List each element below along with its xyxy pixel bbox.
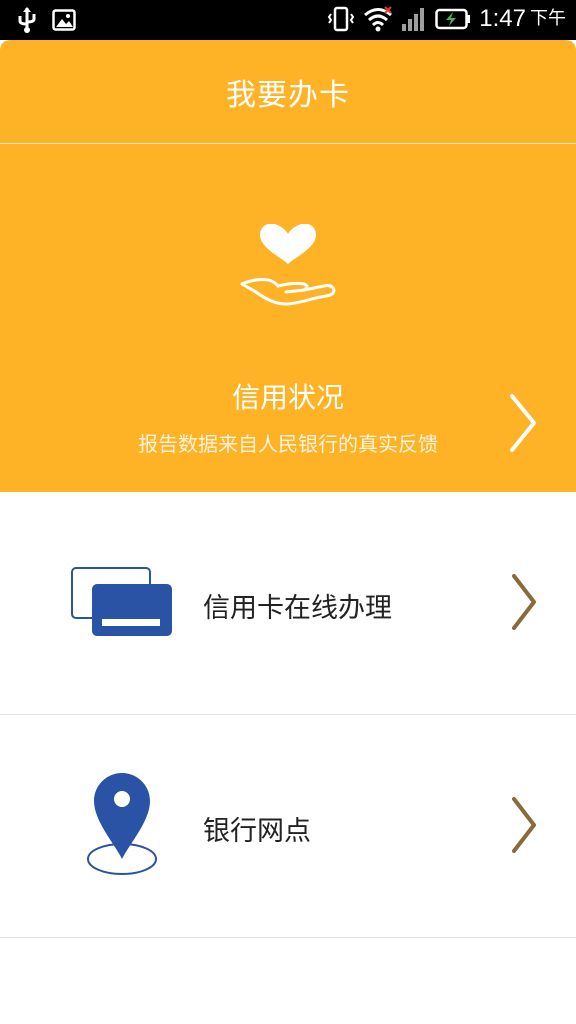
wifi-icon — [364, 6, 393, 32]
page-title: 我要办卡 — [226, 77, 350, 113]
clock-ampm: 下午 — [530, 8, 566, 29]
credit-status-subtitle: 报告数据来自人民银行的真实反馈 — [138, 432, 438, 456]
header-bar: 我要办卡 — [0, 40, 576, 144]
chevron-right-icon[interactable] — [508, 795, 538, 855]
credit-card-icon — [71, 567, 172, 636]
chevron-right-icon[interactable] — [506, 392, 540, 454]
menu-item-bank-branches[interactable]: 银行网点 — [0, 715, 576, 938]
clock-time: 1:47 — [479, 5, 526, 32]
menu-item-credit-card-apply[interactable]: 信用卡在线办理 — [0, 492, 576, 715]
battery-charging-icon — [435, 8, 471, 30]
vibrate-icon — [328, 6, 355, 32]
credit-status-panel[interactable]: 信用状况 报告数据来自人民银行的真实反馈 — [0, 144, 576, 492]
credit-status-title: 信用状况 — [231, 381, 344, 414]
menu-item-label: 银行网点 — [203, 816, 311, 847]
status-bar: 1:47 下午 — [0, 0, 576, 40]
heart-hand-icon — [240, 224, 336, 306]
location-pin-icon — [87, 773, 157, 875]
usb-icon — [18, 7, 36, 33]
menu-item-label: 信用卡在线办理 — [203, 593, 392, 624]
signal-icon — [402, 8, 425, 31]
image-icon — [52, 9, 76, 31]
chevron-right-icon[interactable] — [508, 572, 538, 632]
app-screen: 我要办卡 信用状况 报告数据来自人民银行的真实反馈 信用卡在线办理 银行网点 — [0, 40, 576, 1024]
